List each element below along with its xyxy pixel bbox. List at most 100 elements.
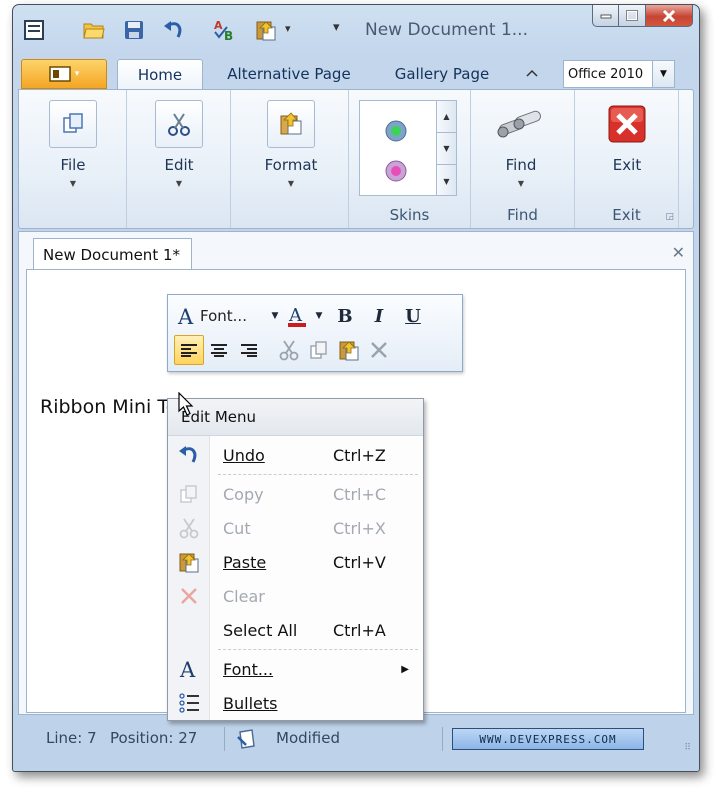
font-color-dropdown-icon[interactable]: ▼ bbox=[310, 301, 328, 331]
menu-item-cut[interactable]: Cut Ctrl+X bbox=[168, 511, 423, 545]
menu-item-label: Undo bbox=[223, 445, 265, 465]
copy-icon[interactable] bbox=[304, 335, 334, 365]
copy-pages-icon bbox=[49, 100, 97, 148]
font-dropdown-arrow-icon[interactable]: ▼ bbox=[266, 301, 284, 331]
gallery-scroll-down-icon[interactable]: ▼ bbox=[437, 133, 456, 165]
menu-item-paste[interactable]: Paste Ctrl+V bbox=[168, 545, 423, 579]
tab-gallery-page[interactable]: Gallery Page bbox=[383, 59, 501, 89]
align-right-icon[interactable] bbox=[234, 335, 264, 365]
paste-icon bbox=[168, 551, 210, 573]
font-icon: A bbox=[168, 658, 210, 680]
exit-button-label: Exit bbox=[612, 156, 642, 174]
skin-selector[interactable]: Office 2010 ▼ bbox=[563, 60, 675, 88]
maximize-button[interactable] bbox=[619, 5, 646, 27]
group-skins: ▲ ▼ ▼ Skins bbox=[349, 90, 471, 228]
format-button[interactable]: Format ▼ bbox=[265, 100, 317, 188]
app-menu-icon[interactable] bbox=[21, 17, 47, 43]
resize-grip-icon[interactable]: ⠿ bbox=[684, 743, 691, 753]
menu-item-label: Copy bbox=[223, 484, 264, 504]
font-dropdown[interactable]: Font... bbox=[200, 301, 266, 331]
window-title: New Document 1... bbox=[365, 20, 528, 40]
mini-toolbar-row-1: A Font... ▼ A ▼ B I U bbox=[174, 301, 430, 331]
ribbon-panel: File ▼ Edit ▼ Format ▼ ▲ ▼ ▼ Skins Find … bbox=[18, 89, 694, 229]
undo-icon[interactable] bbox=[161, 17, 187, 43]
align-left-icon[interactable] bbox=[174, 335, 204, 365]
title-bar: AB ▾ ▾ New Document 1... bbox=[13, 5, 699, 51]
menu-separator bbox=[218, 649, 418, 650]
ribbon-tabs: ▾ Home Alternative Page Gallery Page Off… bbox=[13, 51, 699, 89]
find-group-caption: Find bbox=[507, 206, 538, 224]
menu-item-font[interactable]: A Font... ▶ bbox=[168, 652, 423, 686]
open-folder-icon[interactable] bbox=[81, 17, 107, 43]
clear-icon bbox=[168, 586, 210, 606]
file-button[interactable]: File ▼ bbox=[47, 100, 99, 188]
customize-qat-icon[interactable]: ▾ bbox=[333, 20, 340, 35]
menu-item-shortcut: Ctrl+C bbox=[333, 484, 387, 504]
menu-item-undo[interactable]: Undo Ctrl+Z bbox=[168, 438, 423, 472]
align-center-icon[interactable] bbox=[204, 335, 234, 365]
chevron-down-icon[interactable]: ▼ bbox=[652, 61, 674, 87]
minimize-button[interactable] bbox=[592, 5, 619, 27]
menu-separator bbox=[218, 474, 418, 475]
dropdown-arrow-icon: ▼ bbox=[69, 179, 77, 188]
minimize-icon bbox=[600, 14, 611, 18]
edit-button-label: Edit bbox=[164, 156, 194, 174]
tab-home[interactable]: Home bbox=[117, 59, 203, 89]
menu-item-label: Paste bbox=[223, 552, 267, 572]
close-document-icon[interactable]: ✕ bbox=[672, 243, 685, 262]
font-color-icon[interactable]: A bbox=[284, 301, 310, 331]
bullets-icon bbox=[168, 692, 210, 714]
menu-item-label: Select All bbox=[223, 620, 298, 640]
skins-gallery-items bbox=[359, 100, 437, 196]
group-find: Find ▼ Find bbox=[471, 90, 575, 228]
menu-item-clear[interactable]: Clear bbox=[168, 579, 423, 613]
group-format: Format ▼ bbox=[231, 90, 349, 228]
document-tab[interactable]: New Document 1* bbox=[33, 238, 192, 270]
status-line: Line: 7 bbox=[46, 729, 97, 747]
cut-icon[interactable] bbox=[274, 335, 304, 365]
menu-item-label: Clear bbox=[223, 586, 265, 606]
clear-icon[interactable] bbox=[364, 335, 394, 365]
menu-item-select-all[interactable]: Select All Ctrl+A bbox=[168, 613, 423, 647]
skin-item-pink[interactable] bbox=[385, 160, 407, 182]
application-button[interactable]: ▾ bbox=[21, 59, 107, 89]
skins-group-caption: Skins bbox=[389, 206, 430, 224]
paste-icon[interactable] bbox=[334, 335, 364, 365]
save-icon[interactable] bbox=[121, 17, 147, 43]
spellcheck-icon[interactable]: AB bbox=[213, 17, 239, 43]
status-state: Modified bbox=[276, 729, 341, 747]
qat-dropdown-icon[interactable]: ▾ bbox=[285, 22, 291, 35]
close-icon bbox=[662, 9, 676, 22]
gallery-scroll-up-icon[interactable]: ▲ bbox=[437, 101, 456, 133]
window-controls bbox=[592, 5, 693, 27]
edit-button[interactable]: Edit ▼ bbox=[153, 100, 205, 188]
skin-item-blue[interactable] bbox=[385, 120, 407, 142]
dialog-launcher-icon[interactable]: ◲ bbox=[665, 212, 674, 222]
exit-button[interactable]: Exit bbox=[601, 100, 653, 174]
modified-icon bbox=[236, 727, 258, 753]
devexpress-link[interactable]: WWW.DEVEXPRESS.COM bbox=[452, 728, 644, 750]
menu-item-copy[interactable]: Copy Ctrl+C bbox=[168, 477, 423, 511]
mini-toolbar-row-2 bbox=[174, 335, 394, 365]
menu-item-shortcut: Ctrl+Z bbox=[333, 445, 386, 465]
underline-button[interactable]: U bbox=[396, 301, 430, 331]
format-icon bbox=[267, 100, 315, 148]
font-dropdown-label: Font... bbox=[200, 307, 247, 325]
status-position: Position: 27 bbox=[110, 729, 198, 747]
tab-alternative-page[interactable]: Alternative Page bbox=[217, 59, 361, 89]
menu-item-bullets[interactable]: Bullets bbox=[168, 686, 423, 720]
group-edit: Edit ▼ bbox=[127, 90, 231, 228]
gallery-expand-icon[interactable]: ▼ bbox=[437, 165, 456, 197]
dropdown-arrow-icon: ▼ bbox=[517, 179, 525, 188]
find-button[interactable]: Find ▼ bbox=[495, 100, 547, 188]
paste-icon[interactable] bbox=[253, 17, 279, 43]
close-button[interactable] bbox=[646, 5, 693, 27]
gallery-scrollbar: ▲ ▼ ▼ bbox=[437, 100, 457, 196]
svg-text:A: A bbox=[214, 19, 223, 32]
font-icon[interactable]: A bbox=[174, 301, 200, 331]
bold-button[interactable]: B bbox=[328, 301, 362, 331]
minimize-ribbon-icon[interactable] bbox=[525, 67, 539, 81]
italic-button[interactable]: I bbox=[362, 301, 396, 331]
group-file: File ▼ bbox=[19, 90, 127, 228]
menu-item-shortcut: Ctrl+X bbox=[333, 518, 386, 538]
